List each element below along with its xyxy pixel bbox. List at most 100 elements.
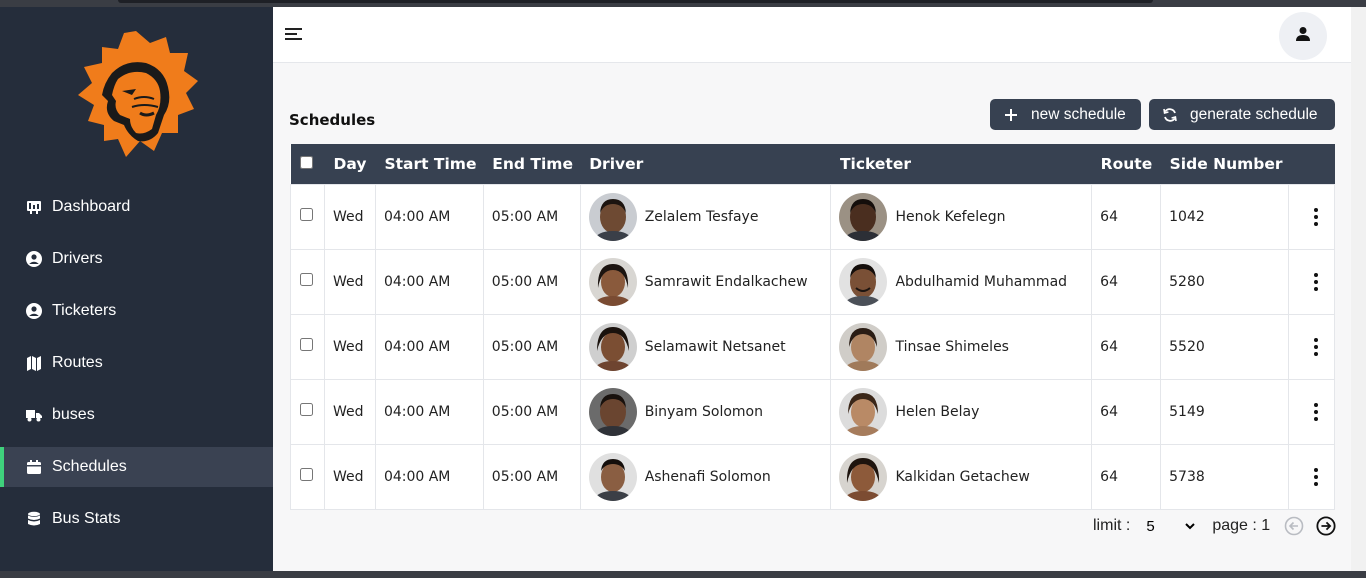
driver-name: Samrawit Endalkachew bbox=[644, 273, 808, 290]
table-row: Wed 04:00 AM 05:00 AM Binyam Solomon Hel… bbox=[290, 378, 1335, 445]
more-options-icon[interactable] bbox=[1297, 402, 1334, 421]
app-window: Dashboard Drivers Ticketers Routes buses… bbox=[0, 7, 1351, 571]
generate-schedule-button[interactable]: generate schedule bbox=[1149, 99, 1335, 130]
column-header-ticketer: Ticketer bbox=[839, 154, 911, 173]
more-options-icon[interactable] bbox=[1297, 207, 1334, 226]
driver-name: Zelalem Tesfaye bbox=[644, 208, 759, 225]
ticketer-avatar bbox=[839, 257, 888, 306]
sidebar-item-ticketers[interactable]: Ticketers bbox=[0, 291, 273, 331]
lion-logo bbox=[74, 29, 200, 159]
row-checkbox-cell bbox=[290, 378, 325, 445]
driver-avatar bbox=[588, 322, 637, 371]
next-page-icon[interactable] bbox=[1316, 516, 1336, 536]
side-number-cell: 5280 bbox=[1160, 248, 1290, 315]
user-circle-icon bbox=[25, 250, 43, 268]
ticketer-avatar bbox=[839, 322, 888, 371]
row-checkbox[interactable] bbox=[300, 403, 313, 416]
driver-name: Selamawit Netsanet bbox=[644, 338, 786, 355]
database-icon bbox=[25, 510, 43, 528]
limit-select[interactable]: 5 10 20 bbox=[1142, 515, 1199, 537]
sidebar-item-bus-stats[interactable]: Bus Stats bbox=[0, 499, 273, 539]
driver-cell: Zelalem Tesfaye bbox=[579, 183, 832, 250]
ticketer-avatar bbox=[839, 192, 888, 241]
sidebar-item-label: Ticketers bbox=[52, 302, 117, 319]
end-time-cell: 05:00 AM bbox=[482, 443, 581, 510]
plus-icon bbox=[1003, 107, 1019, 123]
ticketer-cell: Henok Kefelegn bbox=[830, 183, 1093, 250]
table-row: Wed 04:00 AM 05:00 AM Ashenafi Solomon K… bbox=[290, 443, 1335, 510]
driver-cell: Ashenafi Solomon bbox=[579, 443, 832, 510]
column-header-route: Route bbox=[1100, 154, 1153, 173]
start-time-cell: 04:00 AM bbox=[374, 183, 484, 250]
page-indicator: page : 1 bbox=[1212, 517, 1271, 534]
pagination: limit : 5 10 20 page : 1 bbox=[1093, 515, 1336, 537]
row-checkbox[interactable] bbox=[300, 273, 313, 286]
column-header-day: Day bbox=[333, 154, 367, 173]
start-time-cell: 04:00 AM bbox=[374, 248, 484, 315]
prev-page-icon[interactable] bbox=[1284, 516, 1304, 536]
column-header-start-time: Start Time bbox=[384, 154, 477, 173]
browser-bottom-strip bbox=[0, 571, 1366, 578]
day-cell: Wed bbox=[323, 378, 376, 445]
row-checkbox[interactable] bbox=[300, 338, 313, 351]
ticketer-name: Henok Kefelegn bbox=[895, 208, 1006, 225]
hamburger-icon[interactable] bbox=[284, 23, 304, 45]
column-header-end-time: End Time bbox=[492, 154, 573, 173]
more-options-icon[interactable] bbox=[1297, 467, 1334, 486]
select-all-checkbox[interactable] bbox=[299, 155, 313, 169]
page-scrollbar[interactable] bbox=[1351, 7, 1366, 571]
table-row: Wed 04:00 AM 05:00 AM Zelalem Tesfaye He… bbox=[290, 183, 1335, 250]
ticketer-name: Tinsae Shimeles bbox=[895, 338, 1009, 355]
sidebar-nav: Dashboard Drivers Ticketers Routes buses… bbox=[0, 187, 273, 551]
route-cell: 64 bbox=[1091, 378, 1162, 445]
more-options-icon[interactable] bbox=[1297, 272, 1334, 291]
sidebar-item-label: Routes bbox=[52, 354, 103, 371]
calendar-icon bbox=[25, 458, 43, 476]
row-checkbox[interactable] bbox=[300, 208, 313, 221]
ticketer-name: Abdulhamid Muhammad bbox=[895, 273, 1068, 290]
day-cell: Wed bbox=[323, 183, 376, 250]
sidebar-item-label: buses bbox=[52, 406, 95, 423]
column-header-driver: Driver bbox=[589, 154, 644, 173]
sidebar-item-label: Schedules bbox=[52, 458, 127, 475]
end-time-cell: 05:00 AM bbox=[482, 378, 581, 445]
more-options-icon[interactable] bbox=[1297, 337, 1334, 356]
driver-cell: Binyam Solomon bbox=[579, 378, 832, 445]
end-time-cell: 05:00 AM bbox=[482, 313, 581, 380]
browser-top-strip bbox=[0, 0, 1366, 7]
ticketer-avatar bbox=[839, 387, 888, 436]
new-schedule-button[interactable]: new schedule bbox=[990, 99, 1141, 130]
new-schedule-label: new schedule bbox=[1031, 105, 1126, 123]
day-cell: Wed bbox=[323, 313, 376, 380]
sidebar-item-schedules[interactable]: Schedules bbox=[0, 447, 273, 487]
driver-cell: Samrawit Endalkachew bbox=[579, 248, 832, 315]
side-number-cell: 5520 bbox=[1160, 313, 1290, 380]
dashboard-icon bbox=[25, 198, 43, 216]
truck-icon bbox=[25, 406, 43, 424]
route-cell: 64 bbox=[1091, 248, 1162, 315]
page-title: Schedules bbox=[289, 111, 376, 129]
ticketer-cell: Kalkidan Getachew bbox=[830, 443, 1093, 510]
sidebar-item-label: Dashboard bbox=[52, 198, 131, 215]
sidebar: Dashboard Drivers Ticketers Routes buses… bbox=[0, 7, 273, 571]
driver-avatar bbox=[588, 387, 637, 436]
start-time-cell: 04:00 AM bbox=[374, 313, 484, 380]
sidebar-item-dashboard[interactable]: Dashboard bbox=[0, 187, 273, 227]
row-checkbox-cell bbox=[290, 443, 325, 510]
end-time-cell: 05:00 AM bbox=[482, 183, 581, 250]
sidebar-item-routes[interactable]: Routes bbox=[0, 343, 273, 383]
actions-cell bbox=[1288, 443, 1335, 510]
account-button[interactable] bbox=[1279, 12, 1327, 60]
driver-name: Ashenafi Solomon bbox=[644, 468, 771, 485]
driver-name: Binyam Solomon bbox=[644, 403, 763, 420]
ticketer-cell: Helen Belay bbox=[830, 378, 1093, 445]
person-icon bbox=[1295, 26, 1311, 46]
user-circle-icon bbox=[25, 302, 43, 320]
row-checkbox[interactable] bbox=[300, 468, 313, 481]
side-number-cell: 5149 bbox=[1160, 378, 1290, 445]
sidebar-item-drivers[interactable]: Drivers bbox=[0, 239, 273, 279]
ticketer-cell: Abdulhamid Muhammad bbox=[830, 248, 1093, 315]
driver-avatar bbox=[588, 452, 637, 501]
sidebar-item-buses[interactable]: buses bbox=[0, 395, 273, 435]
side-number-cell: 1042 bbox=[1160, 183, 1290, 250]
